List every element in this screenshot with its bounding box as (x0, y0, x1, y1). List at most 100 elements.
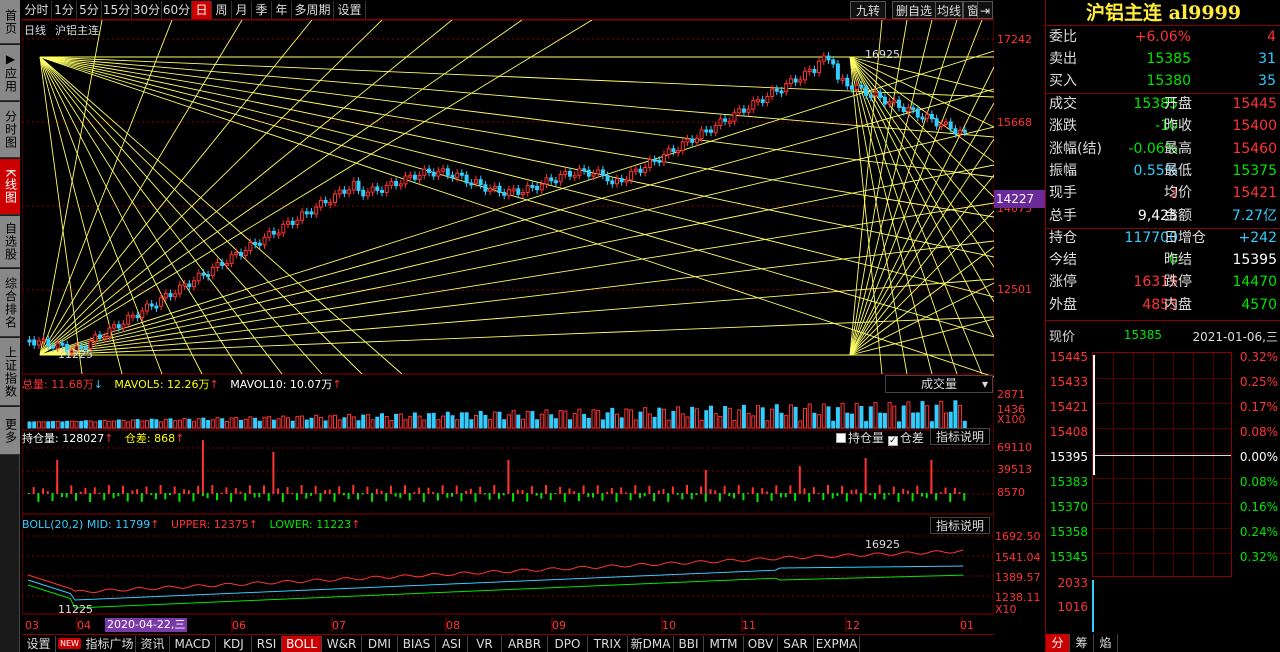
sidebar-item-timeshare[interactable]: 分时图 (0, 102, 20, 158)
panel-tab[interactable]: 分 (1046, 634, 1070, 652)
period-tab[interactable]: 30分 (132, 1, 162, 19)
indicator-tab[interactable]: KDJ (216, 636, 252, 652)
period-tab[interactable]: 周 (212, 1, 232, 19)
sidebar-item-more[interactable]: 更多 (0, 407, 20, 455)
volume-bar (403, 419, 408, 429)
candle (544, 177, 549, 185)
panel-tab[interactable]: 筹 (1070, 634, 1094, 652)
volume-bar (173, 420, 178, 429)
indicator-tab[interactable]: 新DMA (628, 636, 674, 652)
mini-timeshare-chart[interactable] (1092, 352, 1232, 577)
indicator-tab[interactable]: TRIX (588, 636, 628, 652)
indicator-tab[interactable]: BBI (674, 636, 704, 652)
indicator-tab[interactable]: DMI (362, 636, 398, 652)
indicator-dropdown[interactable]: 成交量 ▾ (885, 375, 993, 393)
diff-checkbox[interactable]: ✓ 仓差 (887, 431, 924, 446)
period-tab[interactable]: 分时 (22, 1, 52, 19)
volume-bar (577, 408, 582, 429)
indicator-tab[interactable]: ASI (436, 636, 468, 652)
oi-diff-bar (718, 493, 721, 502)
oi-diff-bar (234, 488, 237, 494)
sidebar-item-kline[interactable]: K线图 (0, 159, 20, 215)
sidebar-item-apps[interactable]: ▶ 应用 (0, 45, 20, 101)
oi-diff-bar (751, 487, 754, 494)
indicator-tab[interactable]: MACD (170, 636, 216, 652)
indicator-tab[interactable]: DPO (548, 636, 588, 652)
volume-bar (732, 420, 737, 429)
candle (253, 241, 258, 245)
mini-price-label: 15421 (1049, 400, 1088, 414)
oi-diff-bar (51, 493, 54, 502)
volume-bar (521, 418, 525, 429)
sidebar-item-sh-index[interactable]: 上证指数 (0, 338, 20, 406)
period-tab[interactable]: 1分 (52, 1, 77, 19)
indicator-help-button[interactable]: 指标说明 (930, 428, 990, 445)
candle (920, 116, 925, 120)
period-tab[interactable]: 设置 (334, 1, 366, 19)
volume-bar (36, 421, 41, 429)
period-tab[interactable]: 季 (252, 1, 272, 19)
candle (779, 90, 784, 94)
panel-tab[interactable]: 焰 (1094, 634, 1118, 652)
x-axis-month: 06 (232, 619, 246, 632)
period-tab[interactable]: 多周期 (292, 1, 334, 19)
volume-bar (177, 419, 182, 429)
indicator-tab[interactable]: ARBR (502, 636, 548, 652)
indicator-tab[interactable]: W&R (322, 636, 362, 652)
indicator-tab[interactable]: 设置 (22, 636, 56, 652)
period-tab[interactable]: 15分 (102, 1, 132, 19)
x-axis-month: 10 (662, 619, 676, 632)
indicator-tab[interactable]: 资讯 (136, 636, 170, 652)
volume-bar (760, 407, 765, 429)
oi-diff-bar (427, 487, 430, 494)
play-icon: ▶ (3, 52, 18, 67)
period-tab[interactable]: 月 (232, 1, 252, 19)
buy-extra: 35 (1258, 73, 1276, 89)
toolbar-button[interactable]: 均线 (935, 1, 963, 19)
candle (445, 168, 450, 176)
toolbar-button[interactable]: 删自选 (892, 1, 936, 19)
checkbox-checked-icon: ✓ (887, 436, 898, 446)
candle (210, 267, 215, 277)
indicator-tab[interactable]: BIAS (398, 636, 436, 652)
toolbar-button[interactable]: 九转 (850, 1, 886, 19)
quote-field-label: 持仓 (1049, 229, 1077, 246)
oi-spike-bar (201, 440, 204, 493)
period-tab[interactable]: 日 (192, 1, 212, 19)
candle (276, 232, 281, 236)
indicator-tab[interactable]: SAR (778, 636, 814, 652)
sidebar-item-home[interactable]: 首页 (0, 0, 20, 44)
indicator-tab[interactable]: VR (468, 636, 502, 652)
period-tab[interactable]: 年 (272, 1, 292, 19)
indicator-tab[interactable]: RSI (252, 636, 282, 652)
indicator-tab[interactable]: BOLL (282, 636, 322, 652)
oi-checkbox[interactable]: 持仓量 (836, 431, 884, 445)
volume-bar (431, 412, 436, 429)
indicator-help-button[interactable]: 指标说明 (930, 517, 990, 534)
collapse-panel-icon[interactable]: ⇥ (977, 1, 993, 19)
left-sidebar: 首页 ▶ 应用 分时图 K线图 自选股 综合排名 上证指数 更多 (0, 0, 20, 652)
boll-axis-label: 1389.57 (995, 571, 1041, 584)
sidebar-item-watchlist[interactable]: 自选股 (0, 216, 20, 268)
indicator-tab[interactable]: MTM (704, 636, 744, 652)
oi-diff-bar (765, 491, 768, 494)
oi-diff-bar (723, 485, 726, 494)
indicator-tab[interactable]: EXPMA (814, 636, 860, 652)
volume-bar (859, 405, 864, 429)
oi-diff-bar (592, 493, 594, 498)
mini-pct-label: 0.08% (1239, 425, 1278, 439)
volume-bar (469, 419, 474, 429)
period-tab[interactable]: 60分 (162, 1, 192, 19)
zero-line (1093, 455, 1231, 456)
indicator-tab[interactable]: OBV (744, 636, 778, 652)
candle (633, 168, 638, 172)
period-tab[interactable]: 5分 (77, 1, 102, 19)
oi-diff-bar (502, 493, 505, 496)
mini-pct-label: 0.32% (1239, 350, 1278, 364)
volume-bar (159, 421, 164, 429)
candle (690, 138, 695, 143)
indicator-tab[interactable]: 指标广场 (84, 636, 136, 652)
sidebar-item-ranking[interactable]: 综合排名 (0, 269, 20, 337)
kline-chart[interactable]: 16925 11225 (22, 20, 994, 632)
volume-bar (427, 413, 431, 429)
